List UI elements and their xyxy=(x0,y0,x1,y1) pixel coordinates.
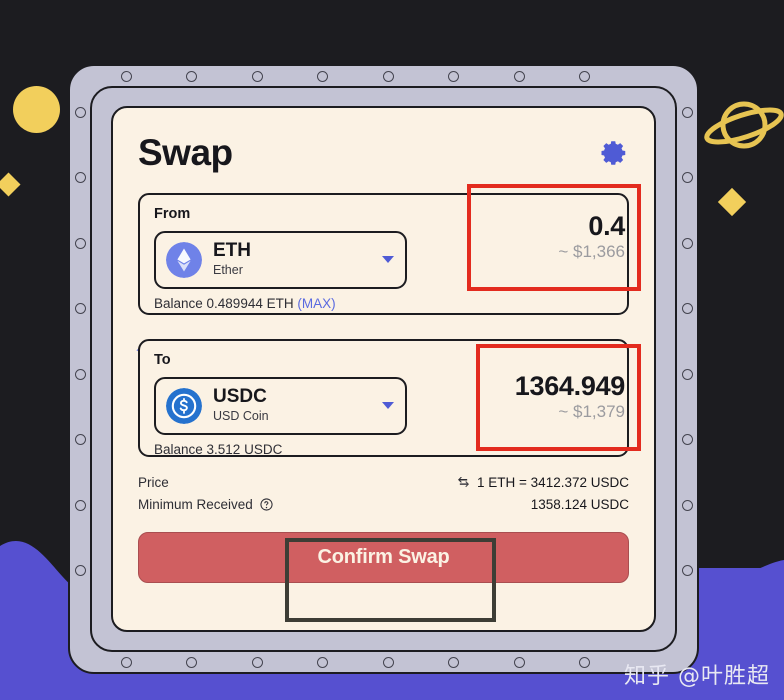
frame-rivet xyxy=(579,656,590,668)
minimum-received-value: 1358.124 USDC xyxy=(530,496,629,512)
to-token-name: USD Coin xyxy=(213,408,269,423)
chevron-down-icon[interactable] xyxy=(382,402,394,409)
frame-rivet xyxy=(317,70,328,82)
frame-rivet xyxy=(382,70,394,82)
frame-rivet xyxy=(448,70,459,82)
swap-details: Price 1 ETH = 3412.372 USDC Minimum Rece… xyxy=(138,471,629,515)
frame-rivet xyxy=(448,656,459,668)
frame-rivet xyxy=(251,70,263,82)
frame-rivet xyxy=(681,172,693,183)
to-balance-text: Balance 3.512 USDC xyxy=(154,441,283,457)
from-balance-text: Balance 0.489944 ETH xyxy=(154,295,294,311)
page-title: Swap xyxy=(138,132,233,173)
frame-rivet xyxy=(120,656,132,668)
price-value-wrap: 1 ETH = 3412.372 USDC xyxy=(457,475,629,490)
from-amount-fiat: ~ $1,366 xyxy=(558,242,625,262)
frame-rivet xyxy=(186,656,197,668)
from-token-name: Ether xyxy=(213,262,243,277)
price-value: 1 ETH = 3412.372 USDC xyxy=(477,474,629,490)
saturn-planet-icon xyxy=(704,101,784,149)
minimum-value-wrap: 1358.124 USDC xyxy=(531,497,629,512)
frame-rivet xyxy=(251,656,263,668)
frame-rivet xyxy=(382,656,394,668)
to-token-texts: USDC USD Coin xyxy=(213,385,382,425)
frame-rivet xyxy=(74,303,86,314)
frame-rivet xyxy=(681,303,693,314)
frame-rivet xyxy=(74,368,86,380)
frame-rivet xyxy=(74,565,86,576)
to-amount-annotation: 1364.949 ~ $1,379 xyxy=(476,344,641,451)
frame-rivet xyxy=(681,499,693,511)
from-token-select[interactable]: ETH Ether xyxy=(154,230,407,289)
frame-rivet xyxy=(74,172,86,183)
from-token-texts: ETH Ether xyxy=(213,239,382,279)
price-label-wrap: Price xyxy=(138,475,169,490)
to-token-select[interactable]: USDC USD Coin xyxy=(154,376,407,435)
chevron-down-icon[interactable] xyxy=(382,256,394,263)
frame-rivet xyxy=(186,70,197,82)
to-amount-fiat: ~ $1,379 xyxy=(558,402,625,422)
frame-rivet xyxy=(513,656,525,668)
yellow-diamond-right-decoration xyxy=(717,187,747,217)
minimum-received-row: Minimum Received 1358.124 USDC xyxy=(138,493,629,515)
usdc-icon xyxy=(166,387,202,424)
frame-rivet xyxy=(120,70,132,82)
minimum-received-label: Minimum Received xyxy=(138,496,253,512)
to-panel: To USDC USD Coin Balance 3.512 USDC 1364… xyxy=(138,339,641,457)
price-label: Price xyxy=(138,474,169,490)
from-balance-row: Balance 0.489944 ETH (MAX) xyxy=(154,295,613,311)
from-token-symbol: ETH xyxy=(213,239,251,261)
swap-card: Swap From ETH Ether Balance 0.489944 ETH… xyxy=(111,106,656,632)
from-amount-input[interactable]: 0.4 xyxy=(588,212,625,241)
from-panel: From ETH Ether Balance 0.489944 ETH (MAX… xyxy=(138,184,641,315)
gear-icon[interactable] xyxy=(599,138,629,168)
card-header: Swap xyxy=(138,130,629,192)
ethereum-icon xyxy=(166,241,202,278)
yellow-diamond-left-decoration xyxy=(0,172,21,197)
frame-rivet xyxy=(513,70,525,82)
max-button[interactable]: (MAX) xyxy=(297,296,335,311)
to-amount-input[interactable]: 1364.949 xyxy=(515,372,626,401)
from-amount-annotation: 0.4 ~ $1,366 xyxy=(467,184,641,291)
confirm-swap-button[interactable]: Confirm Swap xyxy=(138,532,629,583)
frame-rivet xyxy=(317,656,328,668)
question-circle-icon[interactable] xyxy=(260,497,273,511)
exchange-arrows-icon[interactable] xyxy=(457,476,470,488)
frame-rivet xyxy=(74,499,86,511)
frame-rivet xyxy=(681,106,693,118)
watermark: 知乎 @叶胜超 xyxy=(624,664,770,689)
minimum-label-wrap: Minimum Received xyxy=(138,497,273,512)
price-row: Price 1 ETH = 3412.372 USDC xyxy=(138,471,629,493)
frame-rivet xyxy=(681,434,693,445)
frame-rivet xyxy=(681,237,693,249)
frame-rivet xyxy=(74,106,86,118)
to-token-symbol: USDC xyxy=(213,385,267,407)
frame-rivet xyxy=(74,434,86,445)
frame-rivet xyxy=(579,70,590,82)
frame-rivet xyxy=(681,368,693,380)
frame-rivet xyxy=(74,237,86,249)
yellow-circle-decoration xyxy=(13,86,60,133)
frame-rivet xyxy=(681,565,693,576)
